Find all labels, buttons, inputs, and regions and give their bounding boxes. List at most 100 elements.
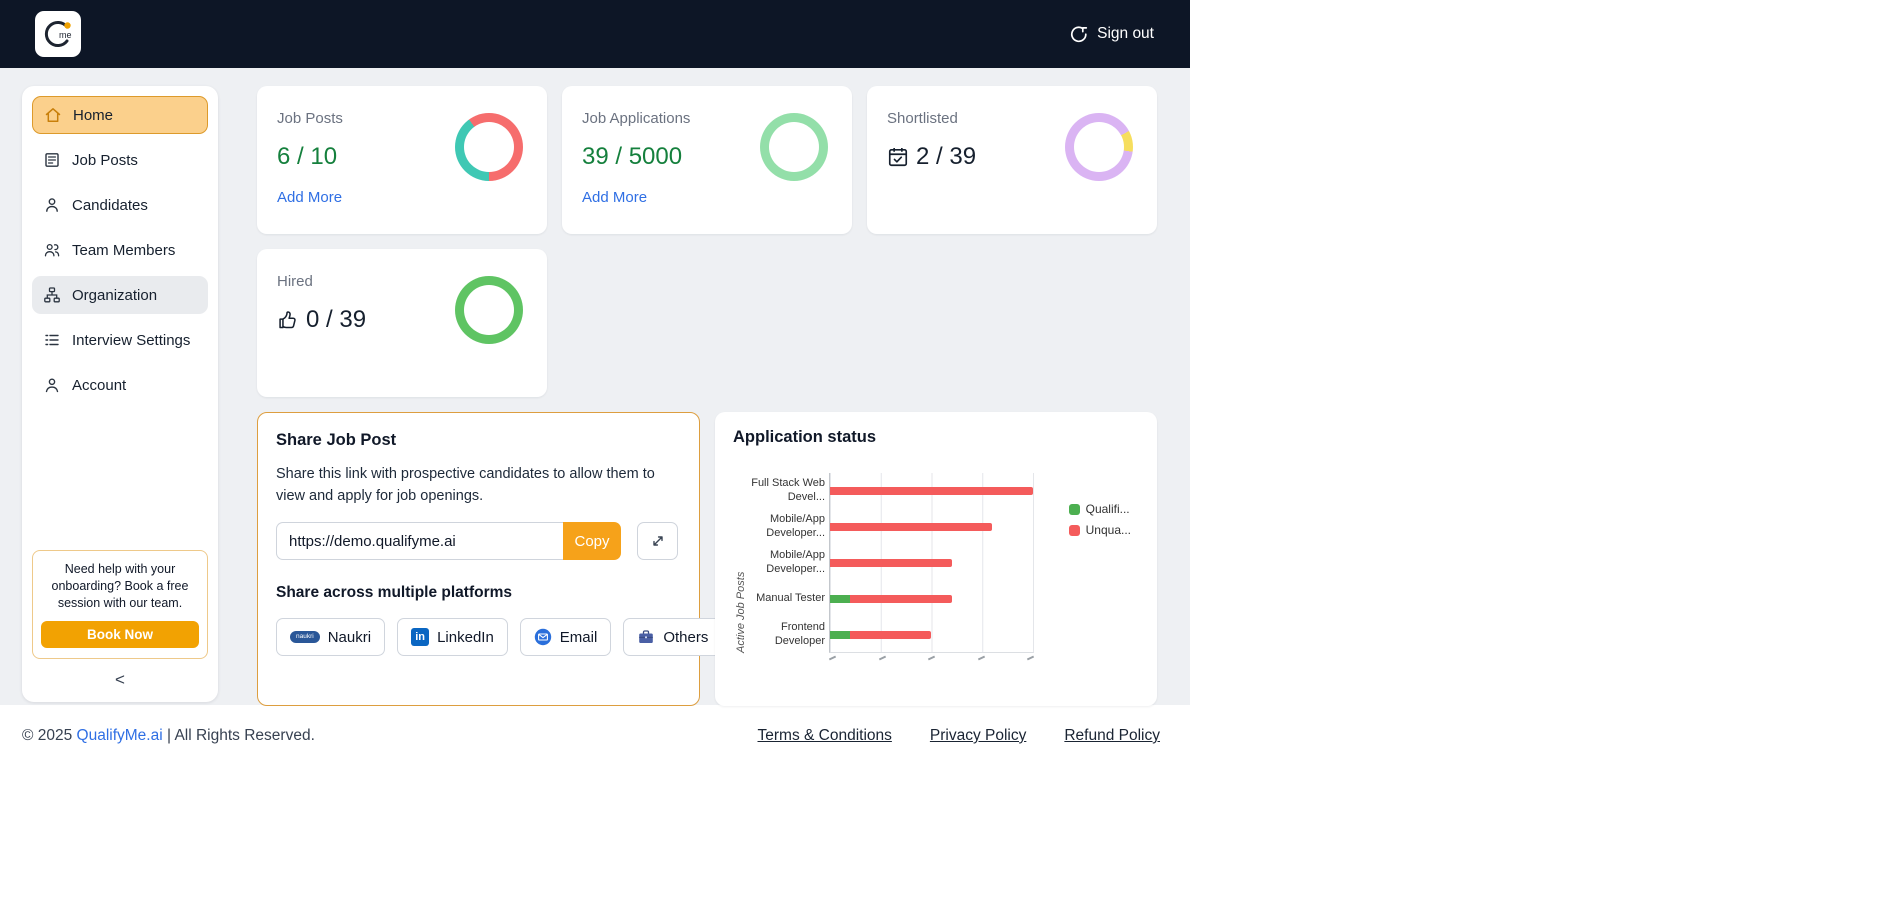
- sidebar-item-job-posts[interactable]: Job Posts: [32, 141, 208, 179]
- stat-card-job-posts: Job Posts 6 / 10 Add More: [257, 86, 547, 234]
- chart-category-label: Frontend Developer: [774, 621, 825, 647]
- sign-out-button[interactable]: Sign out: [1064, 24, 1160, 44]
- sidebar-item-organization[interactable]: Organization: [32, 276, 208, 314]
- chart-x-axis-ticks: [828, 655, 1035, 661]
- chart-y-axis-label: Active Job Posts: [735, 571, 747, 653]
- application-status-card: Application status Active Job Posts Full…: [715, 412, 1157, 706]
- sidebar-item-home[interactable]: Home: [32, 96, 208, 134]
- add-more-link[interactable]: Add More: [582, 189, 647, 206]
- legend-swatch-unqualified: [1068, 524, 1080, 536]
- share-url-row: Copy: [276, 522, 681, 560]
- chart-bar-row: [830, 473, 1033, 509]
- legend-item-qualified[interactable]: Qualifi...: [1068, 502, 1131, 516]
- bottom-cards-row: Share Job Post Share this link with pros…: [257, 412, 1157, 706]
- stat-card-shortlisted: Shortlisted 2 / 39: [867, 86, 1157, 234]
- logo-icon: me: [44, 21, 72, 47]
- share-others-button[interactable]: Others: [623, 618, 723, 656]
- share-url-input[interactable]: [276, 522, 563, 560]
- stat-value: 0 / 39: [306, 306, 367, 333]
- sidebar-item-label: Candidates: [72, 196, 148, 214]
- job-posts-donut-chart: [455, 113, 523, 181]
- platform-label: Email: [559, 628, 598, 646]
- copyright-text: © 2025 QualifyMe.ai | All Rights Reserve…: [22, 727, 315, 745]
- sidebar-item-account[interactable]: Account: [32, 366, 208, 404]
- legend-swatch-qualified: [1068, 503, 1080, 515]
- stats-row: Job Posts 6 / 10 Add More Job Applicatio…: [257, 86, 1157, 234]
- page-footer: © 2025 QualifyMe.ai | All Rights Reserve…: [0, 705, 1190, 745]
- briefcase-icon: [637, 628, 655, 646]
- job-applications-donut-chart: [760, 113, 828, 181]
- axis-tick: [927, 655, 936, 661]
- platform-label: Naukri: [327, 628, 372, 646]
- chart-category-label: Manual Tester: [756, 592, 825, 605]
- list-settings-icon: [43, 331, 61, 349]
- account-icon: [43, 376, 61, 394]
- legend-item-unqualified[interactable]: Unqua...: [1068, 523, 1131, 537]
- qualifyme-logo[interactable]: me: [35, 11, 81, 57]
- copyright-prefix: © 2025: [22, 727, 77, 744]
- share-email-button[interactable]: Email: [519, 618, 612, 656]
- sidebar: Home Job Posts Candidates Team Members O…: [22, 86, 218, 702]
- chart-bar-row: [830, 617, 1033, 653]
- document-icon: [43, 151, 61, 169]
- platforms-title: Share across multiple platforms: [276, 584, 513, 601]
- chart-bar-row: [830, 581, 1033, 617]
- bar-segment-unqualified: [850, 631, 932, 639]
- sidebar-item-label: Organization: [72, 286, 158, 304]
- chart-plot-area: [828, 473, 1035, 661]
- chart-category-label: Mobile/App Developer...: [766, 549, 825, 575]
- bar-segment-unqualified: [850, 595, 952, 603]
- email-icon: [534, 628, 552, 646]
- footer-links: Terms & Conditions Privacy Policy Refund…: [758, 727, 1161, 745]
- sidebar-item-team-members[interactable]: Team Members: [32, 231, 208, 269]
- platform-label: Others: [663, 628, 709, 646]
- bar-segment-unqualified: [830, 487, 1033, 495]
- sidebar-item-interview-settings[interactable]: Interview Settings: [32, 321, 208, 359]
- axis-tick: [1026, 655, 1035, 661]
- sidebar-item-label: Job Posts: [72, 151, 138, 169]
- chart-legend: Qualifi... Unqua...: [1068, 502, 1131, 537]
- calendar-check-icon: [887, 146, 909, 168]
- stat-card-hired: Hired 0 / 39: [257, 249, 547, 397]
- sidebar-collapse-button[interactable]: <: [32, 671, 208, 688]
- chart-category-axis: Full Stack Web Devel... Mobile/App Develo…: [749, 473, 825, 653]
- chart-category-label: Full Stack Web Devel...: [751, 477, 825, 503]
- add-more-link[interactable]: Add More: [277, 189, 342, 206]
- sidebar-item-label: Interview Settings: [72, 331, 191, 349]
- sidebar-item-label: Home: [73, 106, 114, 124]
- copyright-suffix: | All Rights Reserved.: [162, 727, 315, 744]
- legend-label: Unqua...: [1085, 523, 1131, 537]
- platform-label: LinkedIn: [437, 628, 494, 646]
- qualifyme-footer-link[interactable]: QualifyMe.ai: [77, 727, 163, 744]
- chart-bar-row: [830, 545, 1033, 581]
- top-navbar: me Sign out: [0, 0, 1190, 68]
- sign-out-label: Sign out: [1097, 25, 1154, 42]
- chart-plot: [829, 473, 1034, 653]
- privacy-link[interactable]: Privacy Policy: [930, 727, 1026, 745]
- help-text: Need help with your onboarding? Book a f…: [51, 562, 189, 611]
- expand-button[interactable]: [637, 522, 678, 560]
- share-card-title: Share Job Post: [276, 431, 397, 449]
- sign-out-icon: [1071, 26, 1088, 43]
- naukri-icon: naukri: [290, 630, 320, 644]
- share-job-post-card: Share Job Post Share this link with pros…: [257, 412, 723, 706]
- share-description: Share this link with prospective candida…: [276, 466, 655, 504]
- bar-segment-unqualified: [830, 523, 993, 531]
- sidebar-item-candidates[interactable]: Candidates: [32, 186, 208, 224]
- linkedin-icon: in: [411, 628, 430, 646]
- svg-text:me: me: [59, 30, 72, 40]
- stat-value: 2 / 39: [916, 143, 977, 170]
- share-linkedin-button[interactable]: in LinkedIn: [397, 618, 508, 656]
- axis-tick: [977, 655, 985, 661]
- app-window: me Sign out Home Job Posts Candidates Te…: [0, 0, 1190, 745]
- copy-button[interactable]: Copy: [563, 522, 621, 560]
- main-content: Job Posts 6 / 10 Add More Job Applicatio…: [257, 86, 1157, 706]
- refund-link[interactable]: Refund Policy: [1064, 727, 1160, 745]
- application-status-title: Application status: [733, 428, 877, 446]
- terms-link[interactable]: Terms & Conditions: [758, 727, 892, 745]
- axis-tick: [878, 655, 886, 661]
- share-naukri-button[interactable]: naukri Naukri: [276, 618, 386, 656]
- home-icon: [44, 106, 62, 124]
- axis-tick: [828, 655, 837, 661]
- book-now-button[interactable]: Book Now: [41, 621, 199, 648]
